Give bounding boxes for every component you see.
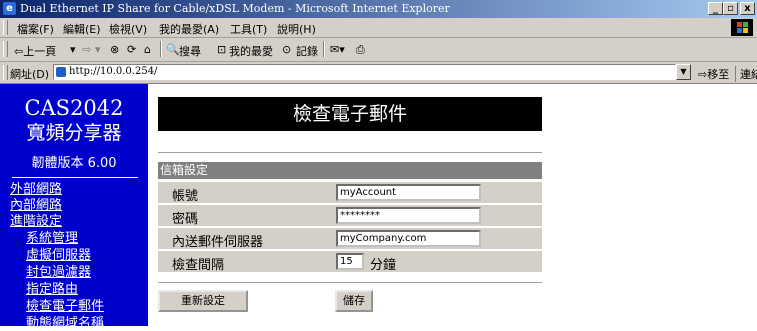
go-button[interactable]: ⇨移至 (698, 66, 729, 82)
address-dropdown-icon[interactable]: ▼ (676, 64, 691, 80)
sidebar: CAS2042 寬頻分享器 韌體版本 6.00 外部網路 內部網路 進階設定 系… (0, 84, 148, 331)
go-arrow-icon: ⇨ (698, 68, 708, 81)
sidebar-link-dynamic-dns[interactable]: 動態網域名稱 (26, 316, 104, 331)
form-row-mail-server: 內送郵件伺服器 myCompany.com (158, 228, 542, 250)
password-input[interactable]: ******** (336, 207, 481, 224)
save-button[interactable]: 儲存 (335, 290, 373, 312)
forward-dropdown-icon[interactable]: ▾ (95, 43, 101, 56)
firmware-version: 韌體版本 6.00 (31, 156, 117, 171)
menu-grip[interactable] (3, 20, 8, 35)
mail-icon[interactable]: ✉▾ (330, 43, 345, 56)
title-bar: e Dual Ethernet IP Share for Cable/xDSL … (0, 0, 757, 18)
ie-icon: e (3, 2, 16, 15)
page-icon (56, 67, 66, 77)
search-icon: 🔍 (166, 43, 180, 56)
toolbar-grip[interactable] (3, 41, 8, 57)
search-button[interactable]: 搜尋 (179, 43, 201, 59)
password-label: 密碼 (172, 212, 199, 227)
address-label: 網址(D) (10, 68, 50, 81)
window-title: Dual Ethernet IP Share for Cable/xDSL Mo… (20, 2, 450, 15)
history-button[interactable]: 記錄 (296, 43, 318, 59)
restore-button[interactable]: ▫ (723, 2, 738, 15)
account-input[interactable]: myAccount (336, 184, 481, 201)
form-row-interval: 檢查間隔 15 分鐘 (158, 251, 542, 273)
section-header: 信箱設定 (158, 162, 542, 179)
sidebar-link-wan[interactable]: 外部網路 (10, 182, 62, 197)
sidebar-divider (12, 177, 138, 178)
product-model: CAS2042 (24, 96, 124, 120)
divider (158, 152, 542, 154)
address-grip[interactable] (3, 65, 8, 80)
address-bar: 網址(D) http://10.0.0.254/ ▼ ⇨移至 連結 » (0, 62, 757, 84)
sidebar-link-lan[interactable]: 內部網路 (10, 198, 62, 213)
menu-edit[interactable]: 編輯(E) (63, 21, 101, 37)
home-icon[interactable]: ⌂ (144, 43, 151, 56)
reset-button[interactable]: 重新設定 (158, 290, 248, 312)
links-button[interactable]: 連結 » (735, 66, 757, 82)
toolbar: ⇦上一頁 ▾ ⇨ ▾ ⊗ ⟳ ⌂ 🔍 搜尋 ⊡ 我的最愛 ⊙ 記錄 ✉▾ ⎙ (0, 38, 757, 62)
menu-help[interactable]: 說明(H) (277, 21, 316, 37)
menu-favorites[interactable]: 我的最愛(A) (159, 21, 219, 37)
favorites-button[interactable]: 我的最愛 (229, 43, 273, 59)
toolbar-separator (160, 41, 162, 57)
page-title: 檢查電子郵件 (158, 97, 542, 131)
forward-button[interactable]: ⇨ (82, 43, 91, 56)
page-content: CAS2042 寬頻分享器 韌體版本 6.00 外部網路 內部網路 進階設定 系… (0, 84, 757, 331)
sidebar-link-advanced[interactable]: 進階設定 (10, 214, 62, 229)
back-dropdown-icon[interactable]: ▾ (70, 43, 76, 56)
favorites-icon: ⊡ (217, 43, 227, 56)
sidebar-link-routing[interactable]: 指定路由 (26, 282, 78, 297)
menu-file[interactable]: 檔案(F) (17, 21, 54, 37)
menu-bar: 檔案(F) 編輯(E) 檢視(V) 我的最愛(A) 工具(T) 說明(H) (0, 18, 757, 38)
menu-tools[interactable]: 工具(T) (230, 21, 267, 37)
account-label: 帳號 (172, 189, 199, 204)
interval-unit: 分鐘 (370, 258, 397, 273)
form-row-account: 帳號 myAccount (158, 182, 542, 204)
windows-logo-icon (731, 19, 753, 36)
minimize-button[interactable]: _ (708, 2, 723, 15)
toolbar-separator (323, 41, 325, 57)
back-button[interactable]: ⇦上一頁 (14, 43, 56, 59)
address-field[interactable]: http://10.0.0.254/ (53, 64, 676, 80)
interval-input[interactable]: 15 (336, 253, 364, 270)
refresh-icon[interactable]: ⟳ (127, 43, 136, 56)
print-icon[interactable]: ⎙ (356, 43, 365, 57)
sidebar-link-virtual-server[interactable]: 虛擬伺服器 (26, 248, 91, 263)
mail-server-input[interactable]: myCompany.com (336, 230, 481, 247)
sidebar-link-packet-filter[interactable]: 封包過濾器 (26, 265, 91, 280)
product-name: 寬頻分享器 (26, 122, 122, 144)
sidebar-link-check-email[interactable]: 檢查電子郵件 (26, 299, 104, 314)
sidebar-link-system[interactable]: 系統管理 (26, 231, 78, 246)
history-icon: ⊙ (282, 43, 292, 56)
mail-server-label: 內送郵件伺服器 (172, 235, 264, 250)
go-label: 移至 (707, 68, 730, 81)
address-url[interactable]: http://10.0.0.254/ (69, 66, 157, 77)
divider (158, 282, 542, 284)
menu-view[interactable]: 檢視(V) (109, 21, 147, 37)
close-button[interactable]: x (740, 2, 755, 15)
stop-icon[interactable]: ⊗ (110, 43, 119, 56)
form-row-password: 密碼 ******** (158, 205, 542, 227)
interval-label: 檢查間隔 (172, 258, 225, 273)
